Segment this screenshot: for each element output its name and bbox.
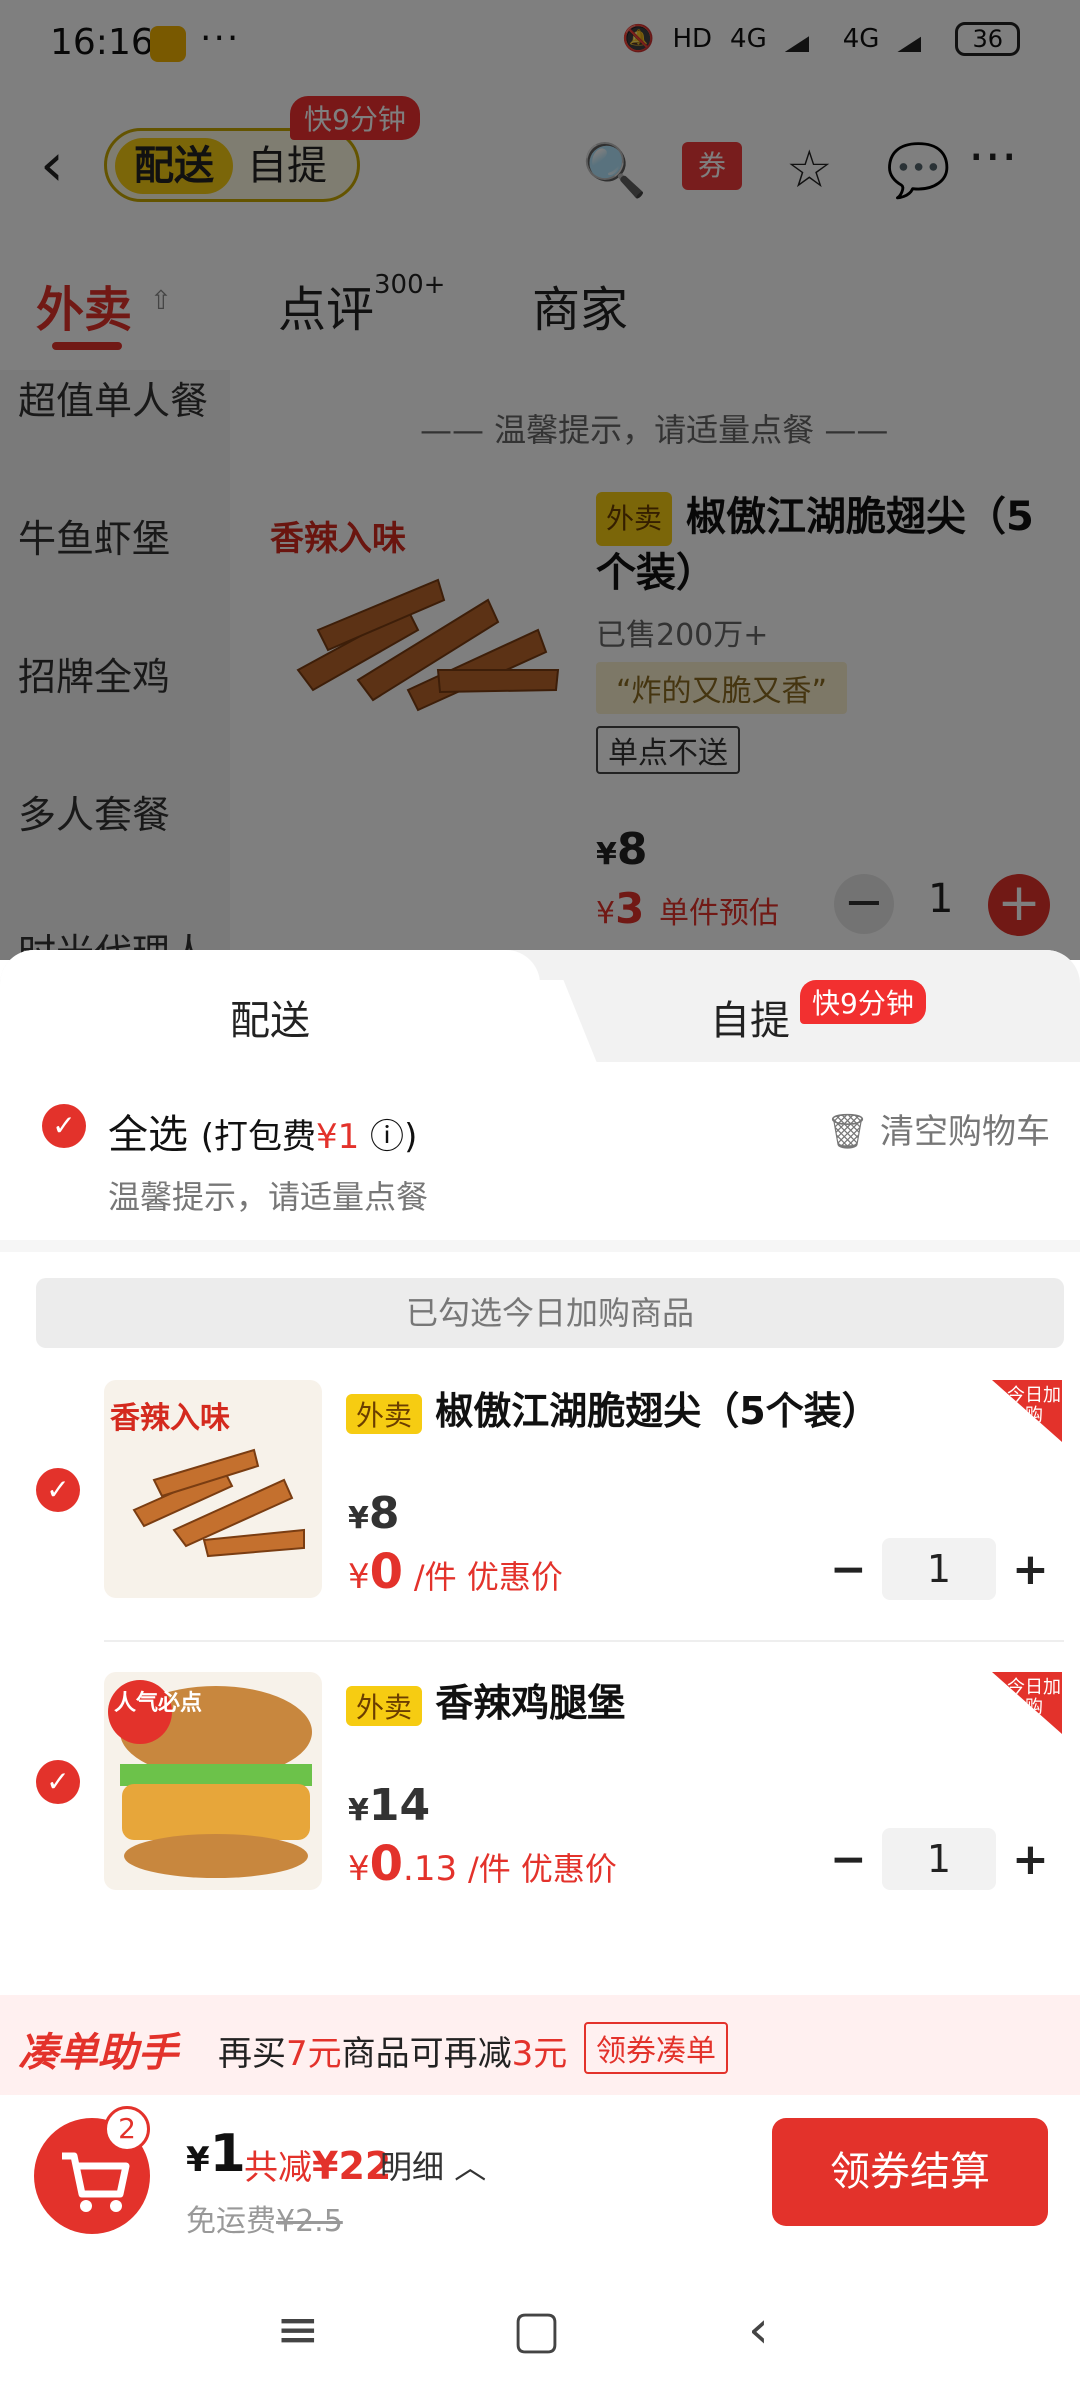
decrease-button[interactable]: − [830, 1544, 867, 1595]
item-price: ¥14 [348, 1780, 431, 1831]
chevron-up-icon: ︿ [454, 2148, 487, 2186]
total-value: 1 [209, 2124, 246, 2184]
overlay-dim[interactable] [0, 0, 1080, 960]
total-price: ¥1 [186, 2124, 246, 2184]
item-deal-dec: .13 [403, 1849, 458, 1889]
back-nav-icon[interactable]: ‹ [748, 2300, 769, 2360]
assistant-text-a: 再买 [218, 2034, 286, 2074]
detail-label: 明细 [380, 2148, 445, 2186]
added-today-banner: 已勾选今日加购商品 [36, 1278, 1064, 1348]
shipping-info: 免运费¥2.5 [186, 2196, 343, 2240]
trash-icon: 🗑 [826, 1112, 870, 1152]
item-title: 外卖 椒傲江湖脆翅尖（5个装） [346, 1380, 880, 1435]
pack-fee: ¥1 [315, 1117, 360, 1157]
select-all-checkbox[interactable]: ✓ [42, 1104, 86, 1148]
today-added-corner: 今日加购 [992, 1672, 1062, 1734]
item-name: 香辣鸡腿堡 [435, 1681, 626, 1725]
decrease-button[interactable]: − [830, 1834, 867, 1885]
takeout-tag: 外卖 [346, 1393, 423, 1434]
orig-ship-fee: ¥2.5 [276, 2204, 343, 2239]
saved-amount: 共减¥22 [244, 2140, 391, 2189]
today-added-corner: 今日加购 [992, 1380, 1062, 1442]
home-icon[interactable]: ▢ [512, 2300, 561, 2360]
item-deal-label: /件 优惠价 [413, 1558, 563, 1596]
item-deal-price: ¥0.13 /件 优惠价 [348, 1836, 617, 1892]
assistant-title: 凑单助手 [18, 2030, 178, 2076]
item-price: ¥8 [348, 1488, 400, 1539]
sheet-tip: 温馨提示，请适量点餐 [108, 1178, 429, 1216]
assistant-text: 再买7元商品可再减3元 [218, 2026, 567, 2075]
quantity-box[interactable]: 1 [882, 1828, 996, 1890]
item-deal-int: 0 [369, 1836, 404, 1892]
assistant-text-b: 商品可再减 [341, 2034, 512, 2074]
saved-label: 共减 [244, 2148, 312, 2188]
item-price-value: 14 [368, 1780, 431, 1831]
item-image-text: 香辣入味 [110, 1401, 230, 1436]
sheet-tab-delivery[interactable]: 配送 [230, 988, 310, 1046]
divider [0, 1240, 1080, 1252]
item-image[interactable]: 人气必点 [104, 1672, 322, 1890]
pack-fee-label: (打包费 [200, 1117, 316, 1157]
pack-fee-end: ) [404, 1117, 418, 1157]
checkout-button[interactable]: 领券结算 [772, 2118, 1048, 2226]
item-checkbox[interactable]: ✓ [36, 1468, 80, 1512]
assistant-amount: 7元 [286, 2034, 342, 2074]
item-deal-price: ¥0 /件 优惠价 [348, 1544, 563, 1600]
item-deal-label: /件 优惠价 [467, 1850, 617, 1888]
cart-count-badge: 2 [104, 2106, 150, 2152]
select-all-text: 全选 [108, 1112, 188, 1158]
item-price-value: 8 [368, 1488, 400, 1539]
increase-button[interactable]: + [1012, 1834, 1049, 1885]
item-deal-int: 0 [369, 1544, 404, 1600]
sheet-tab-pickup[interactable]: 自提 [710, 988, 790, 1046]
free-ship-label: 免运费 [186, 2204, 276, 2239]
item-checkbox[interactable]: ✓ [36, 1760, 80, 1804]
select-all-label[interactable]: 全选 (打包费¥1 ⓘ) [108, 1102, 417, 1160]
item-image[interactable]: 香辣入味 [104, 1380, 322, 1598]
clear-cart-label: 清空购物车 [879, 1112, 1050, 1152]
menu-icon[interactable]: ≡ [276, 2300, 320, 2360]
item-name: 椒傲江湖脆翅尖（5个装） [435, 1389, 880, 1433]
get-coupon-add-button[interactable]: 领券凑单 [584, 2022, 728, 2074]
info-icon[interactable]: ⓘ [359, 1117, 404, 1157]
sheet-fast-badge: 快9分钟 [800, 980, 926, 1024]
item-divider [104, 1640, 1064, 1642]
item-image-text: 人气必点 [114, 1690, 202, 1716]
detail-toggle[interactable]: 明细 ︿ [380, 2142, 486, 2188]
clear-cart-button[interactable]: 🗑 清空购物车 [826, 1104, 1050, 1153]
assistant-discount: 3元 [511, 2034, 568, 2074]
takeout-tag: 外卖 [346, 1685, 423, 1726]
increase-button[interactable]: + [1012, 1544, 1049, 1595]
quantity-box[interactable]: 1 [882, 1538, 996, 1600]
total-yen: ¥ [186, 2140, 210, 2180]
item-title: 外卖 香辣鸡腿堡 [346, 1672, 625, 1727]
